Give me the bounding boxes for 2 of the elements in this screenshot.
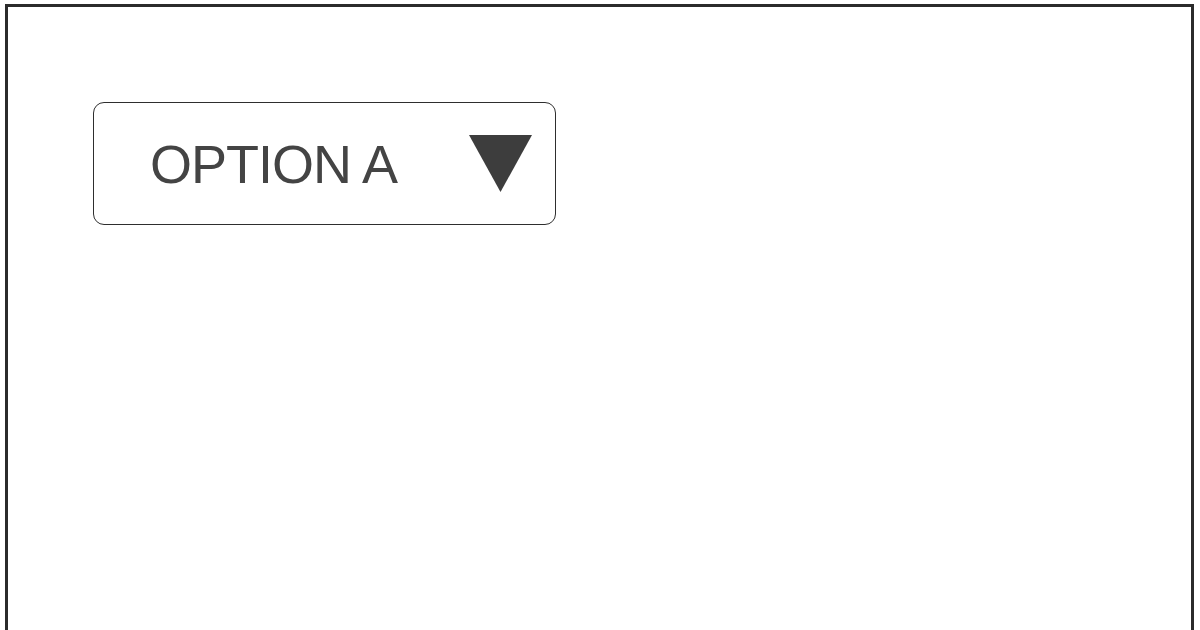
dropdown-button[interactable]: OPTION A [93, 102, 556, 225]
caret-icon [469, 135, 532, 192]
